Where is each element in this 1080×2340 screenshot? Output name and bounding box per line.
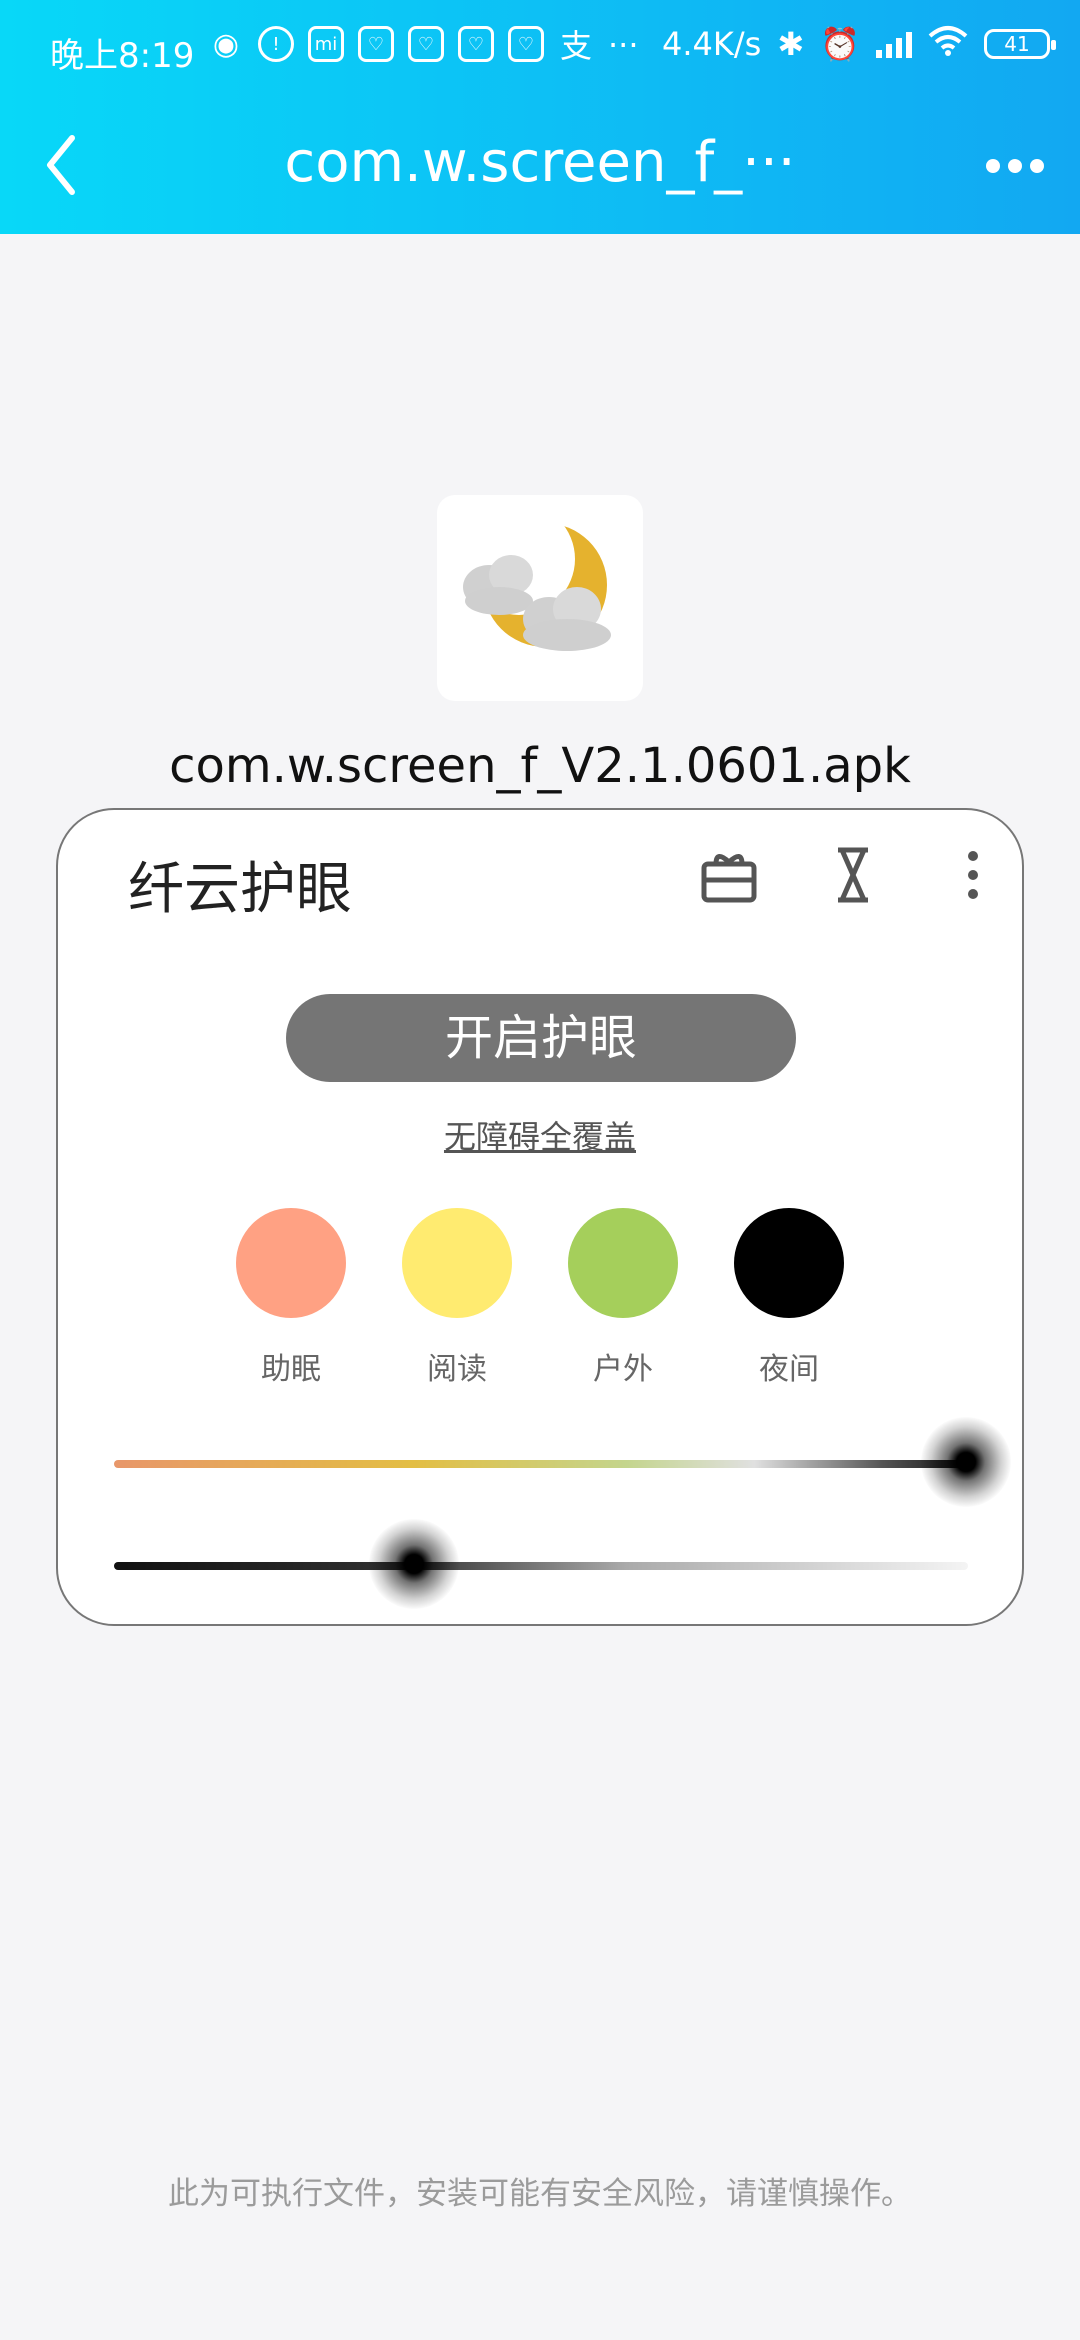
- mode-outdoor-swatch[interactable]: [568, 1208, 678, 1318]
- app-icon: [437, 495, 643, 701]
- more-dot: [986, 159, 1000, 173]
- mode-night-swatch[interactable]: [734, 1208, 844, 1318]
- page-title: com.w.screen_f_···: [284, 130, 796, 195]
- notification-icons: ◉ ! mi ♡ ♡ ♡ ♡ 支 ···: [208, 26, 639, 65]
- gift-button[interactable]: [694, 840, 764, 910]
- mi-icon: mi: [308, 26, 344, 62]
- status-bar: 晚上8:19 ◉ ! mi ♡ ♡ ♡ ♡ 支 ··· 4.4K/s ✱ ⏰ 4…: [0, 0, 1080, 96]
- top-bar: 晚上8:19 ◉ ! mi ♡ ♡ ♡ ♡ 支 ··· 4.4K/s ✱ ⏰ 4…: [0, 0, 1080, 234]
- app-title: 纤云护眼: [128, 857, 352, 922]
- file-name: com.w.screen_f_V2.1.0601.apk: [169, 738, 911, 794]
- app-icon: ♡: [458, 26, 494, 62]
- vertical-dots-icon: [968, 851, 978, 899]
- wechat-icon: ◉: [212, 26, 240, 62]
- brightness-slider[interactable]: [114, 1562, 968, 1570]
- network-speed: 4.4K/s: [662, 25, 762, 63]
- alert-icon: !: [258, 26, 294, 62]
- brightness-thumb[interactable]: [369, 1519, 459, 1609]
- nav-bar: com.w.screen_f_···: [0, 110, 1080, 220]
- overflow-indicator: ···: [608, 26, 639, 64]
- mode-sleep-swatch[interactable]: [236, 1208, 346, 1318]
- more-dot: [1030, 159, 1044, 173]
- hourglass-icon: [838, 847, 868, 903]
- signal-icon: [876, 30, 912, 58]
- more-dot: [1008, 159, 1022, 173]
- mode-label: 助眠: [261, 1352, 321, 1387]
- start-protection-button[interactable]: 开启护眼: [286, 994, 796, 1082]
- color-temperature-slider[interactable]: [114, 1460, 968, 1468]
- mode-label: 户外: [593, 1352, 653, 1387]
- wifi-icon: [928, 24, 968, 64]
- battery-icon: 41: [984, 29, 1056, 59]
- mode-label: 阅读: [427, 1352, 487, 1387]
- status-time: 晚上8:19: [50, 36, 195, 76]
- security-warning: 此为可执行文件，安装可能有安全风险，请谨慎操作。: [168, 2176, 912, 2212]
- gift-icon: [701, 854, 757, 903]
- app-icon: ♡: [508, 26, 544, 62]
- mode-read-swatch[interactable]: [402, 1208, 512, 1318]
- menu-button[interactable]: [938, 840, 1008, 910]
- color-temperature-thumb[interactable]: [921, 1417, 1011, 1507]
- app-preview-card: 纤云护眼 开启护眼 无障碍全覆盖 助眠 阅读 户外 夜间: [56, 808, 1024, 1626]
- alipay-icon: 支: [559, 27, 592, 65]
- app-icon: ♡: [358, 26, 394, 62]
- app-icon: ♡: [408, 26, 444, 62]
- more-button[interactable]: [980, 146, 1050, 186]
- bluetooth-icon: ✱: [777, 25, 805, 63]
- timer-button[interactable]: [818, 840, 888, 910]
- moon-cloud-icon: [463, 503, 611, 651]
- mode-label: 夜间: [759, 1352, 819, 1387]
- alarm-icon: ⏰: [820, 25, 860, 63]
- status-right: 4.4K/s ✱ ⏰ 41: [662, 24, 1056, 64]
- accessibility-overlay-link[interactable]: 无障碍全覆盖: [58, 1112, 1022, 1158]
